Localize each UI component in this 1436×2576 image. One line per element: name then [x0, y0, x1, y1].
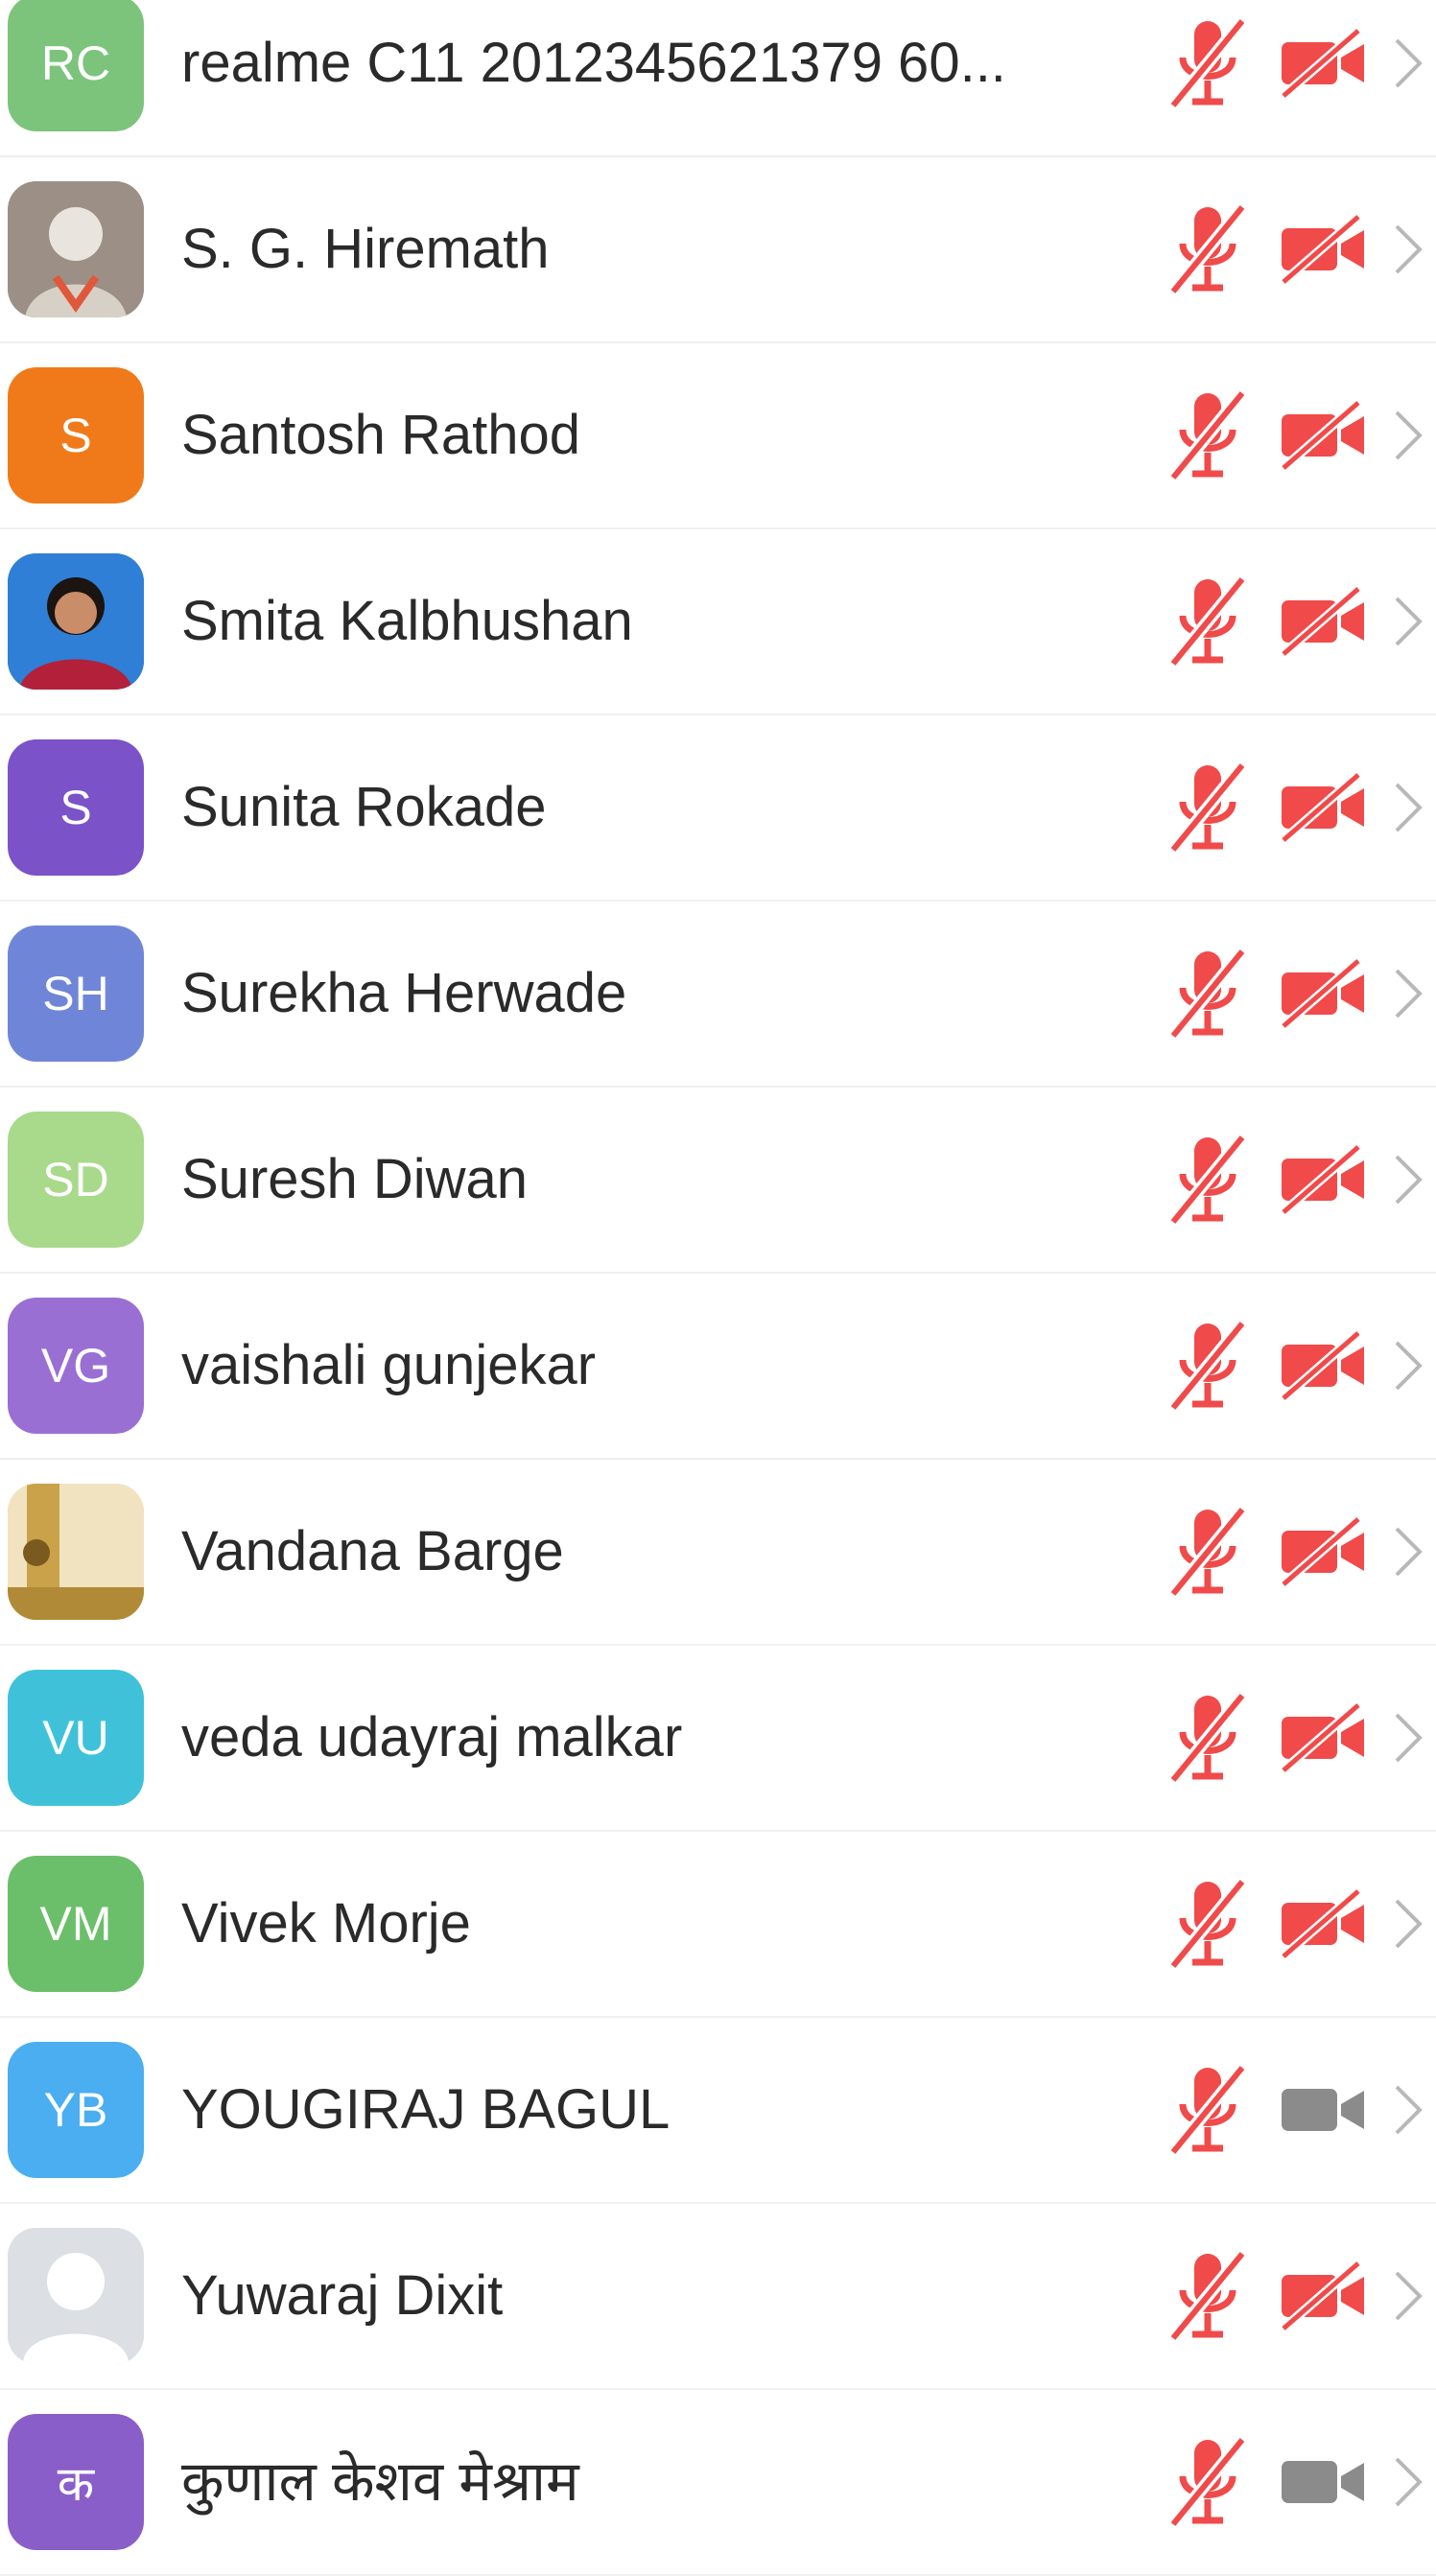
mic-muted-icon — [1165, 760, 1252, 855]
default-user-icon — [8, 2228, 144, 2364]
video-camera-icon — [1278, 2072, 1370, 2148]
participant-name: कुणाल केशव मेश्राम — [181, 2450, 579, 2513]
participant-row[interactable]: YB YOUGIRAJ BAGUL — [0, 2018, 1436, 2204]
mic-muted-icon — [1165, 1132, 1252, 1228]
mic-muted-icon — [1165, 1876, 1252, 1972]
video-off-icon — [1278, 769, 1370, 846]
participant-row[interactable]: S. G. Hiremath — [0, 157, 1436, 343]
chevron-right-icon — [1391, 407, 1425, 464]
participant-name: Yuwaraj Dixit — [181, 2264, 504, 2327]
chevron-right-icon — [1391, 221, 1425, 278]
mic-muted-icon — [1165, 2434, 1252, 2530]
avatar: SD — [8, 1112, 144, 1248]
participant-name: veda udayraj malkar — [181, 1706, 683, 1768]
avatar: YB — [8, 2042, 144, 2178]
video-off-icon — [1278, 397, 1370, 474]
mic-muted-icon — [1165, 1690, 1252, 1786]
chevron-right-icon — [1391, 965, 1425, 1022]
chevron-right-icon — [1391, 2453, 1425, 2511]
mic-muted-icon — [1165, 15, 1252, 111]
participant-row[interactable]: SH Surekha Herwade — [0, 902, 1436, 1088]
photo-gold-icon — [8, 1484, 144, 1620]
chevron-right-icon — [1391, 1709, 1425, 1767]
participant-name: Vandana Barge — [181, 1520, 564, 1582]
participant-row[interactable]: VG vaishali gunjekar — [0, 1274, 1436, 1460]
video-off-icon — [1278, 1327, 1370, 1404]
participant-name: YOUGIRAJ BAGUL — [181, 2078, 671, 2141]
photo-woman-icon — [8, 553, 144, 690]
mic-muted-icon — [1165, 387, 1252, 483]
mic-muted-icon — [1165, 574, 1252, 669]
participant-row[interactable]: VM Vivek Morje — [0, 1832, 1436, 2018]
video-off-icon — [1278, 1141, 1370, 1218]
chevron-right-icon — [1391, 2081, 1425, 2139]
photo-elder-icon — [8, 181, 144, 317]
participant-row[interactable]: S Sunita Rokade — [0, 715, 1436, 902]
avatar: VG — [8, 1298, 144, 1434]
video-off-icon — [1278, 2258, 1370, 2334]
participant-row[interactable]: Vandana Barge — [0, 1460, 1436, 1646]
chevron-right-icon — [1391, 1523, 1425, 1581]
participant-name: Suresh Diwan — [181, 1148, 529, 1210]
chevron-right-icon — [1391, 2267, 1425, 2325]
mic-muted-icon — [1165, 946, 1252, 1042]
participant-row[interactable]: Yuwaraj Dixit — [0, 2204, 1436, 2390]
mic-muted-icon — [1165, 1504, 1252, 1600]
video-off-icon — [1278, 1699, 1370, 1776]
chevron-right-icon — [1391, 779, 1425, 836]
participant-row[interactable]: RC realme C11 2012345621379 60... — [0, 0, 1436, 157]
participant-row[interactable]: Smita Kalbhushan — [0, 529, 1436, 715]
participant-name: Surekha Herwade — [181, 962, 627, 1024]
chevron-right-icon — [1391, 1895, 1425, 1953]
avatar: VM — [8, 1856, 144, 1992]
video-off-icon — [1278, 25, 1370, 102]
participant-row[interactable]: SD Suresh Diwan — [0, 1088, 1436, 1274]
chevron-right-icon — [1391, 1337, 1425, 1394]
avatar: क — [8, 2414, 144, 2550]
video-off-icon — [1278, 955, 1370, 1032]
participant-name: vaishali gunjekar — [181, 1334, 597, 1396]
participant-name: S. G. Hiremath — [181, 218, 550, 280]
avatar: SH — [8, 925, 144, 1062]
avatar: S — [8, 367, 144, 503]
participant-name: Sunita Rokade — [181, 776, 547, 838]
avatar: S — [8, 739, 144, 876]
video-off-icon — [1278, 583, 1370, 660]
chevron-right-icon — [1391, 593, 1425, 650]
mic-muted-icon — [1165, 1318, 1252, 1414]
avatar: VU — [8, 1670, 144, 1806]
mic-muted-icon — [1165, 2062, 1252, 2158]
video-off-icon — [1278, 1885, 1370, 1962]
participant-name: Vivek Morje — [181, 1892, 471, 1955]
mic-muted-icon — [1165, 201, 1252, 297]
chevron-right-icon — [1391, 1151, 1425, 1208]
participant-name: Smita Kalbhushan — [181, 590, 633, 652]
avatar: RC — [8, 0, 144, 131]
mic-muted-icon — [1165, 2248, 1252, 2344]
video-off-icon — [1278, 1513, 1370, 1590]
participant-row[interactable]: S Santosh Rathod — [0, 343, 1436, 529]
video-camera-icon — [1278, 2444, 1370, 2520]
video-off-icon — [1278, 211, 1370, 288]
participant-name: realme C11 2012345621379 60... — [181, 32, 1006, 94]
chevron-right-icon — [1391, 35, 1425, 92]
participant-row[interactable]: VU veda udayraj malkar — [0, 1646, 1436, 1832]
participant-list: RC realme C11 2012345621379 60... S. G. H… — [0, 0, 1436, 2576]
participant-name: Santosh Rathod — [181, 404, 580, 466]
